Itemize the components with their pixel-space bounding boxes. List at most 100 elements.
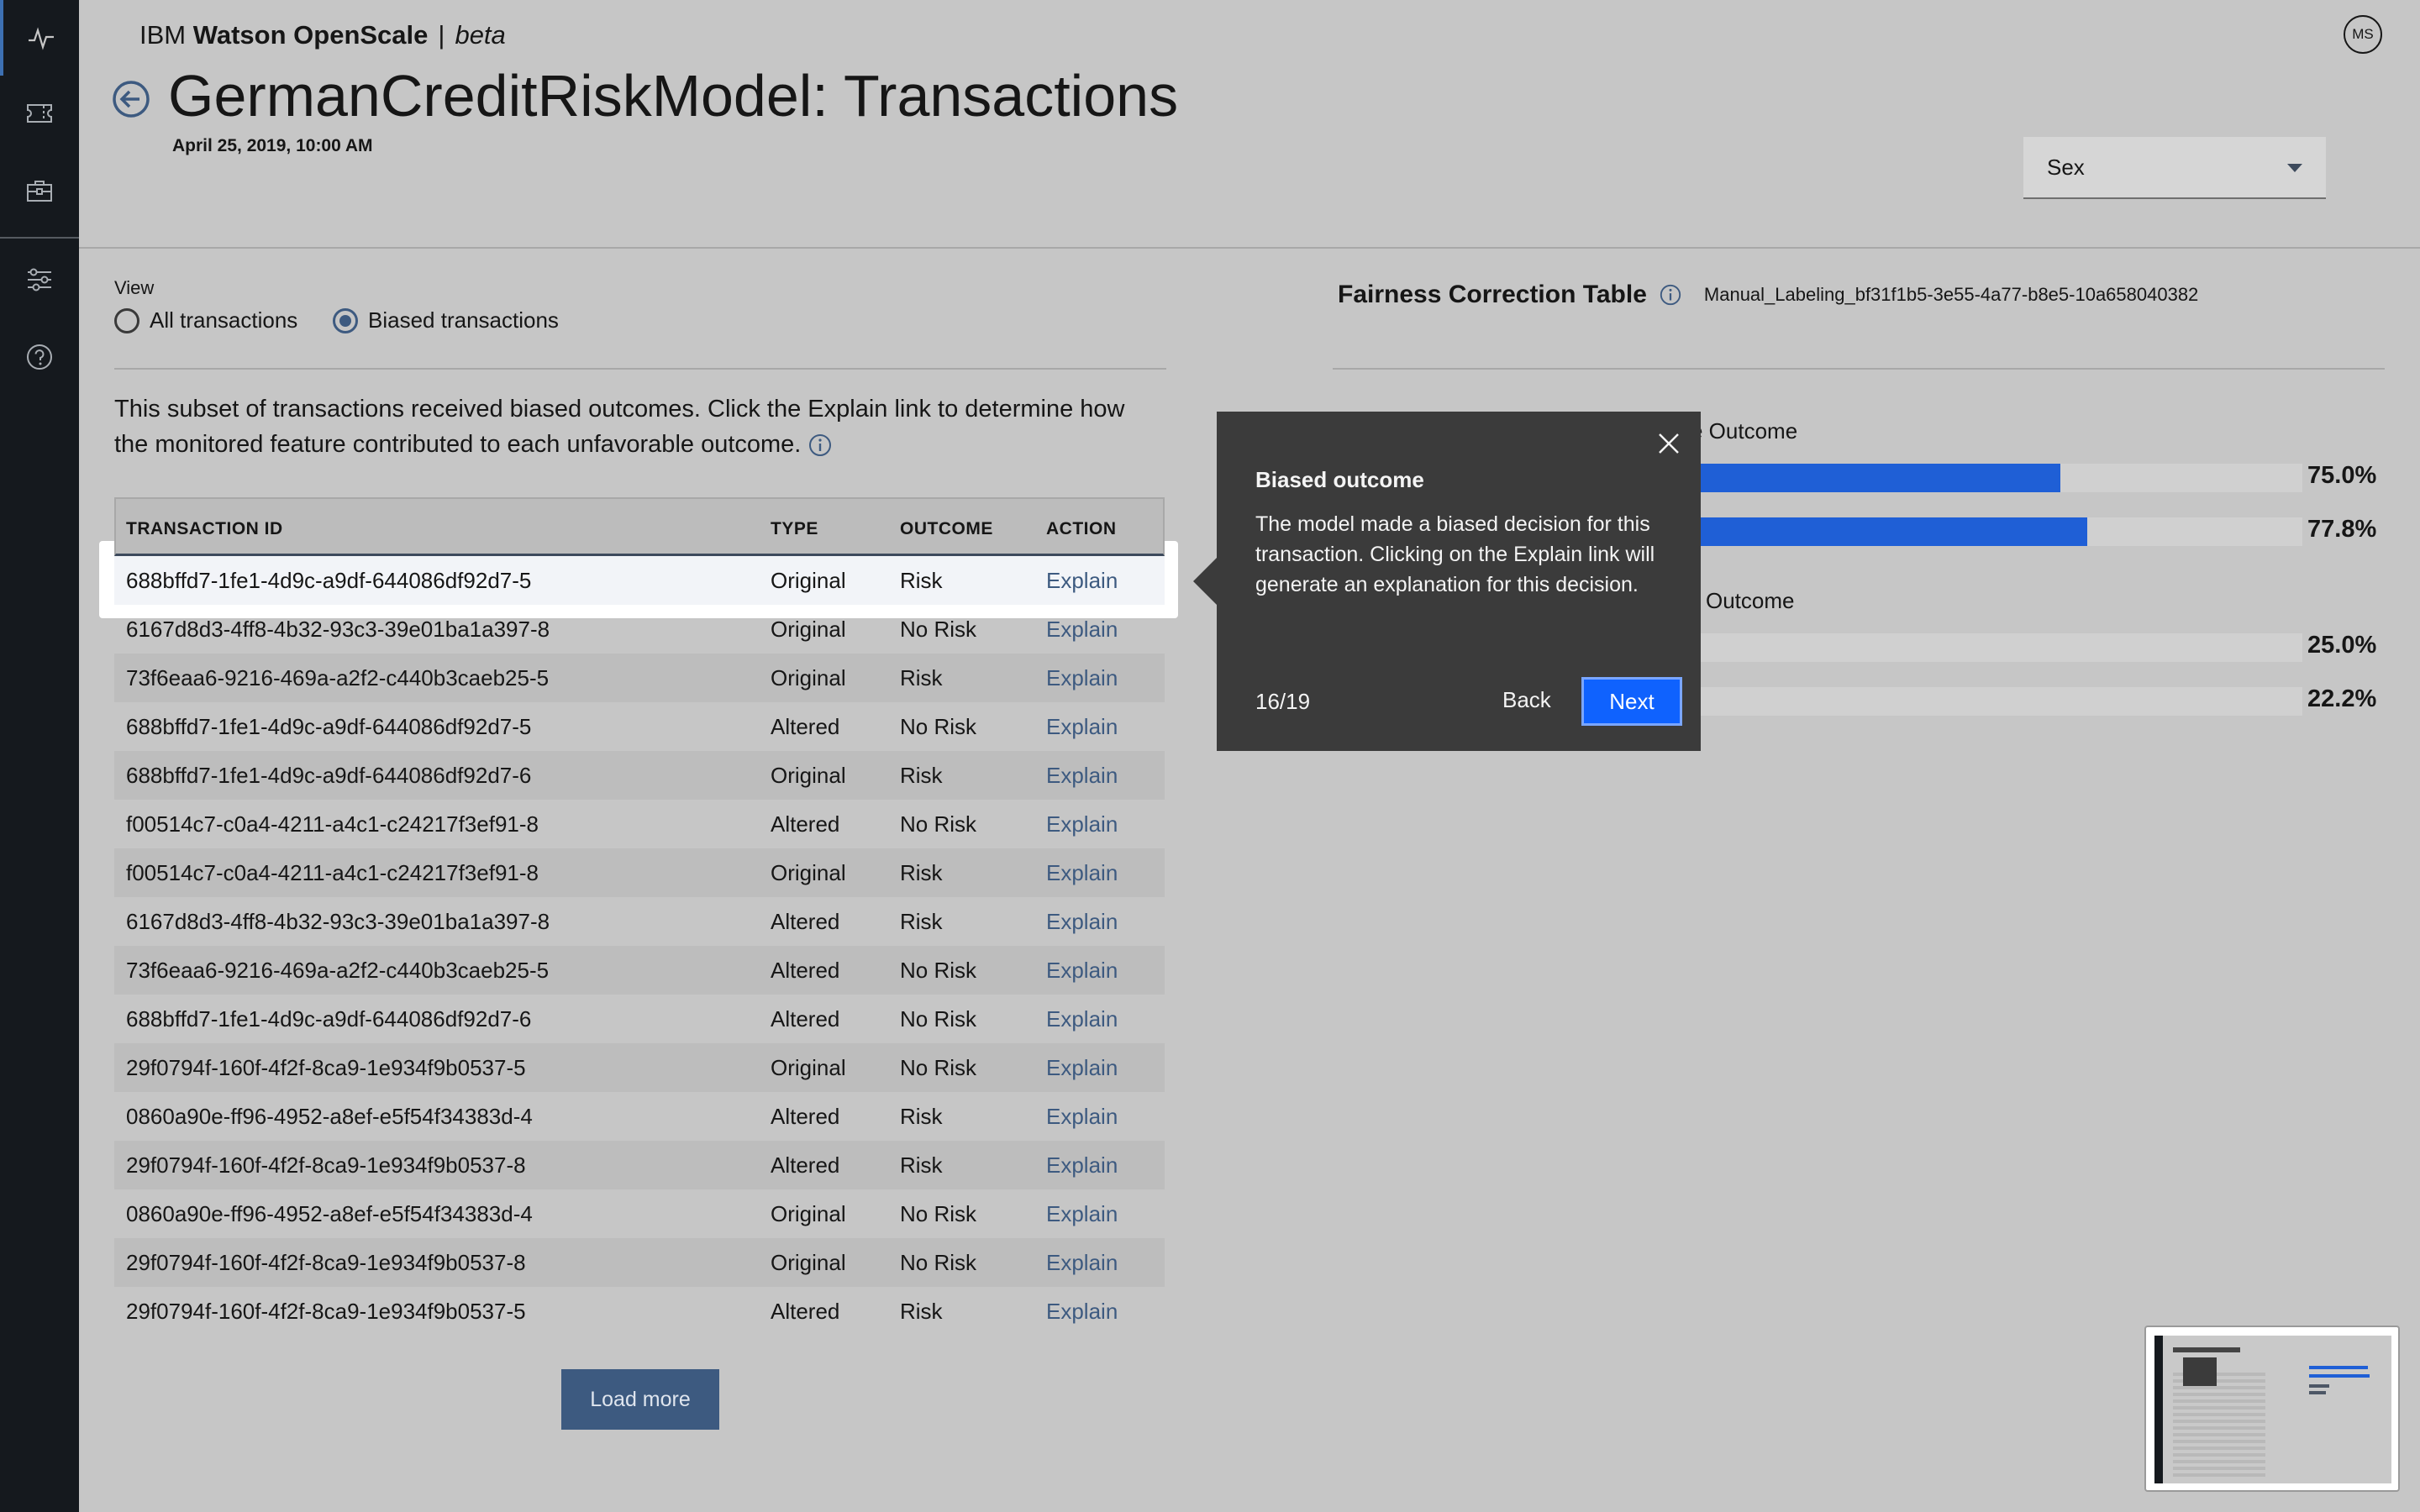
sidebar-item-settings[interactable]: [0, 242, 79, 318]
group-label-favorable: e Outcome: [1691, 418, 1798, 444]
table-row: f00514c7-c0a4-4211-a4c1-c24217f3ef91-8 Al…: [114, 800, 1165, 848]
type-cell: Altered: [771, 811, 840, 837]
explain-link[interactable]: Explain: [1046, 1006, 1118, 1032]
outcome-cell: No Risk: [900, 617, 977, 642]
activity-icon: [29, 27, 54, 50]
outcome-cell: No Risk: [900, 1250, 977, 1275]
explain-link[interactable]: Explain: [1046, 1201, 1118, 1227]
load-more-button[interactable]: Load more: [561, 1369, 719, 1430]
outcome-cell: Risk: [900, 763, 943, 788]
col-transaction-id[interactable]: TRANSACTION ID: [126, 519, 283, 539]
table-row: 0860a90e-ff96-4952-a8ef-e5f54f34383d-4 Or…: [114, 1189, 1165, 1238]
type-cell: Original: [771, 617, 846, 642]
transaction-id-cell: 73f6eaa6-9216-469a-a2f2-c440b3caeb25-5: [126, 665, 550, 690]
caret-down-icon: [2287, 164, 2302, 172]
explain-link[interactable]: Explain: [1046, 763, 1118, 789]
transaction-id-cell: 29f0794f-160f-4f2f-8ca9-1e934f9b0537-5: [126, 1299, 526, 1324]
explain-link[interactable]: Explain: [1046, 617, 1118, 643]
sidebar-item-briefcase[interactable]: [0, 153, 79, 228]
table-row: 688bffd7-1fe1-4d9c-a9df-644086df92d7-6 Or…: [114, 751, 1165, 800]
type-cell: Altered: [771, 1104, 840, 1129]
type-cell: Original: [771, 860, 846, 885]
minimap-bar: [2309, 1384, 2329, 1388]
table-row: 73f6eaa6-9216-469a-a2f2-c440b3caeb25-5 Al…: [114, 946, 1165, 995]
outcome-cell: Risk: [900, 1299, 943, 1324]
explain-link[interactable]: Explain: [1046, 1104, 1118, 1130]
outcome-cell: Risk: [900, 1152, 943, 1178]
product-brand: IBM Watson OpenScale | beta: [139, 20, 506, 50]
help-icon: [27, 344, 52, 370]
explain-link[interactable]: Explain: [1046, 1152, 1118, 1179]
explain-link[interactable]: Explain: [1046, 909, 1118, 935]
explain-link[interactable]: Explain: [1046, 860, 1118, 886]
tour-popover: Biased outcome The model made a biased d…: [1193, 412, 1701, 751]
bar-value-label: 22.2%: [2307, 685, 2377, 712]
transaction-id-cell: 0860a90e-ff96-4952-a8ef-e5f54f34383d-4: [126, 1104, 533, 1129]
radio-biased-transactions[interactable]: Biased transactions: [333, 307, 559, 333]
transactions-table: TRANSACTION ID TYPE OUTCOME ACTION 688bf…: [114, 497, 1165, 1336]
explain-link[interactable]: Explain: [1046, 958, 1118, 984]
page-minimap[interactable]: [2144, 1326, 2400, 1492]
bar-value-label: 77.8%: [2307, 516, 2377, 543]
explain-link[interactable]: Explain: [1046, 1250, 1118, 1276]
fairness-title: Fairness Correction Table: [1338, 281, 1647, 308]
table-row: 29f0794f-160f-4f2f-8ca9-1e934f9b0537-5 Or…: [114, 1043, 1165, 1092]
minimap-bar: [2309, 1391, 2326, 1394]
type-cell: Original: [771, 1201, 846, 1226]
back-arrow-icon[interactable]: [111, 79, 151, 119]
avatar[interactable]: MS: [2344, 15, 2382, 54]
type-cell: Altered: [771, 1299, 840, 1324]
minimap-popover: [2183, 1357, 2217, 1386]
transaction-id-cell: 29f0794f-160f-4f2f-8ca9-1e934f9b0537-8: [126, 1250, 526, 1275]
transaction-id-cell: f00514c7-c0a4-4211-a4c1-c24217f3ef91-8: [126, 860, 539, 885]
bar-value-label: 75.0%: [2307, 462, 2377, 489]
sidebar-item-ticket[interactable]: [0, 76, 79, 151]
close-icon[interactable]: [1655, 430, 1682, 457]
transaction-id-cell: 688bffd7-1fe1-4d9c-a9df-644086df92d7-6: [126, 1006, 532, 1032]
explain-link[interactable]: Explain: [1046, 568, 1118, 594]
sidebar-item-activity[interactable]: [0, 0, 79, 76]
transaction-id-cell: f00514c7-c0a4-4211-a4c1-c24217f3ef91-8: [126, 811, 539, 837]
info-icon[interactable]: [1659, 283, 1682, 307]
table-row: 29f0794f-160f-4f2f-8ca9-1e934f9b0537-8 Or…: [114, 1238, 1165, 1287]
page-title: GermanCreditRiskModel: Transactions: [168, 63, 1179, 129]
attribute-dropdown[interactable]: Sex: [2023, 137, 2326, 199]
radio-selected-icon[interactable]: [333, 307, 358, 333]
type-cell: Original: [771, 568, 846, 593]
tour-back-button[interactable]: Back: [1502, 687, 1551, 713]
col-outcome[interactable]: OUTCOME: [900, 519, 993, 539]
tour-next-button[interactable]: Next: [1581, 677, 1682, 726]
minimap-bar: [2309, 1366, 2368, 1369]
outcome-cell: Risk: [900, 568, 943, 593]
outcome-cell: No Risk: [900, 714, 977, 739]
outcome-cell: No Risk: [900, 811, 977, 837]
brand-ibm: IBM: [139, 20, 187, 50]
col-type[interactable]: TYPE: [771, 519, 818, 539]
page-date: April 25, 2019, 10:00 AM: [172, 136, 373, 155]
explain-link[interactable]: Explain: [1046, 1299, 1118, 1325]
radio-unselected-icon[interactable]: [114, 307, 139, 333]
explain-link[interactable]: Explain: [1046, 811, 1118, 837]
table-row: 6167d8d3-4ff8-4b32-93c3-39e01ba1a397-8 Al…: [114, 897, 1165, 946]
transaction-id-cell: 6167d8d3-4ff8-4b32-93c3-39e01ba1a397-8: [126, 909, 550, 934]
table-row: 73f6eaa6-9216-469a-a2f2-c440b3caeb25-5 Or…: [114, 654, 1165, 702]
sidebar: [0, 0, 79, 1512]
table-body: 688bffd7-1fe1-4d9c-a9df-644086df92d7-5 Or…: [114, 556, 1165, 1336]
sidebar-divider: [0, 237, 79, 239]
tour-title: Biased outcome: [1255, 467, 1424, 492]
minimap-title: [2173, 1347, 2240, 1352]
bar-value-label: 25.0%: [2307, 632, 2377, 659]
table-row: 688bffd7-1fe1-4d9c-a9df-644086df92d7-5 Al…: [114, 702, 1165, 751]
explain-link[interactable]: Explain: [1046, 1055, 1118, 1081]
fairness-header: Fairness Correction Table Manual_Labelin…: [1338, 281, 2198, 309]
transaction-id-cell: 688bffd7-1fe1-4d9c-a9df-644086df92d7-5: [126, 568, 532, 593]
radio-biased-label: Biased transactions: [368, 307, 559, 333]
explain-link[interactable]: Explain: [1046, 665, 1118, 691]
briefcase-icon: [27, 181, 52, 202]
explain-link[interactable]: Explain: [1046, 714, 1118, 740]
ticket-icon: [27, 104, 52, 123]
type-cell: Original: [771, 763, 846, 788]
radio-all-transactions[interactable]: All transactions: [114, 307, 297, 333]
info-icon[interactable]: [808, 433, 833, 458]
sidebar-item-help[interactable]: [0, 319, 79, 395]
